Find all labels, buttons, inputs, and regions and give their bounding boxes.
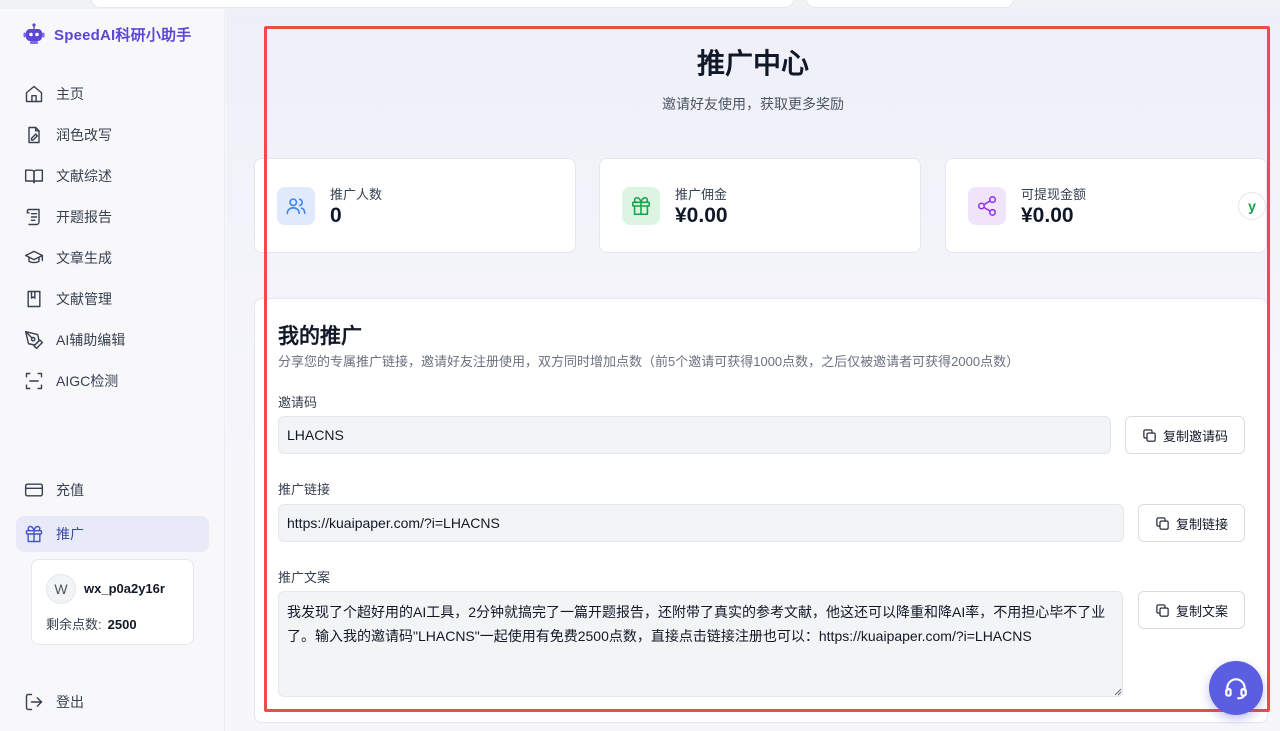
- edit-file-icon: [28, 126, 40, 144]
- promotion-title: 我的推广: [278, 325, 362, 348]
- scroll-icon: [26, 208, 40, 226]
- sidebar-item-label: AIGC检测: [56, 373, 119, 389]
- copy-icon: [1143, 428, 1156, 442]
- stat-card-referrals: 推广人数 0: [254, 158, 576, 253]
- browser-toolbar: [0, 0, 1280, 9]
- username: wx_p0a2y16r: [84, 581, 165, 596]
- sidebar-item-literature-review[interactable]: 文献综述: [16, 158, 209, 194]
- invite-code-label: 邀请码: [278, 395, 318, 410]
- copy-link-button[interactable]: 复制链接: [1138, 504, 1245, 542]
- sidebar-item-promote[interactable]: 推广: [16, 516, 209, 552]
- address-bar[interactable]: [90, 0, 795, 8]
- gift-icon: [25, 525, 43, 543]
- headset-icon: [1225, 678, 1247, 700]
- stat-icon-box: [277, 187, 315, 225]
- stat-icon-box: [622, 187, 660, 225]
- page-title: 推广中心: [696, 48, 809, 79]
- pen-tool-icon: [24, 330, 44, 350]
- users-icon: [286, 198, 306, 215]
- sidebar-item-label: 主页: [56, 86, 84, 102]
- credit-card-icon: [24, 483, 44, 497]
- stat-card-withdrawable: 可提现金额 ¥0.00: [945, 158, 1267, 253]
- sidebar-item-library[interactable]: 文献管理: [16, 281, 209, 317]
- bookmark-book-icon: [27, 290, 41, 308]
- stat-card-commission: 推广佣金 ¥0.00: [599, 158, 921, 253]
- badge-text: y: [1248, 198, 1256, 214]
- home-icon: [25, 85, 43, 103]
- points-label: 剩余点数:: [46, 617, 102, 632]
- promo-copy-textarea[interactable]: 我发现了个超好用的AI工具，2分钟就搞完了一篇开题报告，还附带了真实的参考文献，…: [278, 591, 1123, 697]
- stat-label: 推广人数: [330, 187, 383, 202]
- sidebar-item-label: 开题报告: [56, 209, 112, 225]
- sidebar-item-label: 文献综述: [56, 168, 112, 184]
- copy-text-label: 复制文案: [1175, 603, 1228, 619]
- resize-grip-icon[interactable]: [1112, 686, 1122, 696]
- sidebar-item-label: 推广: [56, 526, 84, 542]
- logout-icon: [25, 693, 43, 711]
- stat-value: 0: [330, 204, 342, 227]
- app-name: SpeedAI科研小助手: [54, 26, 192, 44]
- copy-icon: [1156, 603, 1169, 617]
- sidebar-item-aigc-check[interactable]: AIGC检测: [16, 363, 209, 399]
- avatar: W: [46, 574, 76, 604]
- robot-logo-icon: [23, 23, 45, 44]
- sidebar-item-logout[interactable]: 登出: [16, 684, 209, 720]
- page-subtitle: 邀请好友使用，获取更多奖励: [662, 96, 844, 112]
- sidebar-item-label: 文献管理: [56, 291, 112, 307]
- user-card[interactable]: W wx_p0a2y16r 剩余点数: 2500: [31, 559, 194, 645]
- copy-invite-code-label: 复制邀请码: [1162, 428, 1228, 444]
- sidebar-item-ai-edit[interactable]: AI辅助编辑: [16, 322, 209, 358]
- stat-label: 可提现金额: [1021, 187, 1087, 202]
- sidebar-item-label: 充值: [56, 482, 84, 498]
- sidebar-item-polish[interactable]: 润色改写: [16, 117, 209, 153]
- sidebar-item-recharge[interactable]: 充值: [16, 472, 209, 508]
- stat-value: ¥0.00: [1021, 204, 1074, 227]
- stat-label: 推广佣金: [675, 187, 728, 202]
- invite-code-field[interactable]: LHACNS: [278, 416, 1111, 454]
- promo-copy-label: 推广文案: [278, 570, 331, 585]
- gift-icon: [631, 196, 651, 216]
- copy-text-button[interactable]: 复制文案: [1138, 591, 1245, 629]
- open-book-icon: [24, 169, 44, 184]
- sidebar-item-label: AI辅助编辑: [56, 332, 126, 348]
- sidebar-item-label: 登出: [56, 694, 84, 710]
- sidebar-item-proposal[interactable]: 开题报告: [16, 199, 209, 235]
- floating-extension-badge[interactable]: y: [1238, 192, 1266, 220]
- brand[interactable]: SpeedAI科研小助手: [22, 22, 191, 46]
- share-icon: [977, 196, 997, 216]
- scan-icon: [25, 372, 43, 390]
- sidebar-item-label: 文章生成: [56, 250, 112, 266]
- customer-support-button[interactable]: [1209, 661, 1263, 715]
- sidebar-item-article-gen[interactable]: 文章生成: [16, 240, 209, 276]
- copy-invite-code-button[interactable]: 复制邀请码: [1125, 416, 1245, 454]
- points-value: 2500: [107, 617, 137, 632]
- promo-link-label: 推广链接: [278, 482, 331, 497]
- sidebar-item-home[interactable]: 主页: [16, 76, 209, 112]
- browser-search-bar[interactable]: [805, 0, 1015, 8]
- stat-icon-box: [968, 187, 1006, 225]
- graduation-cap-icon: [24, 250, 44, 264]
- promotion-description: 分享您的专属推广链接，邀请好友注册使用，双方同时增加点数（前5个邀请可获得100…: [278, 354, 1020, 369]
- sidebar-item-label: 润色改写: [56, 127, 112, 143]
- promo-link-field[interactable]: https://kuaipaper.com/?i=LHACNS: [278, 504, 1124, 542]
- stat-value: ¥0.00: [675, 204, 728, 227]
- points-row: 剩余点数: 2500: [46, 614, 137, 633]
- copy-link-label: 复制链接: [1175, 516, 1228, 532]
- copy-icon: [1156, 516, 1169, 530]
